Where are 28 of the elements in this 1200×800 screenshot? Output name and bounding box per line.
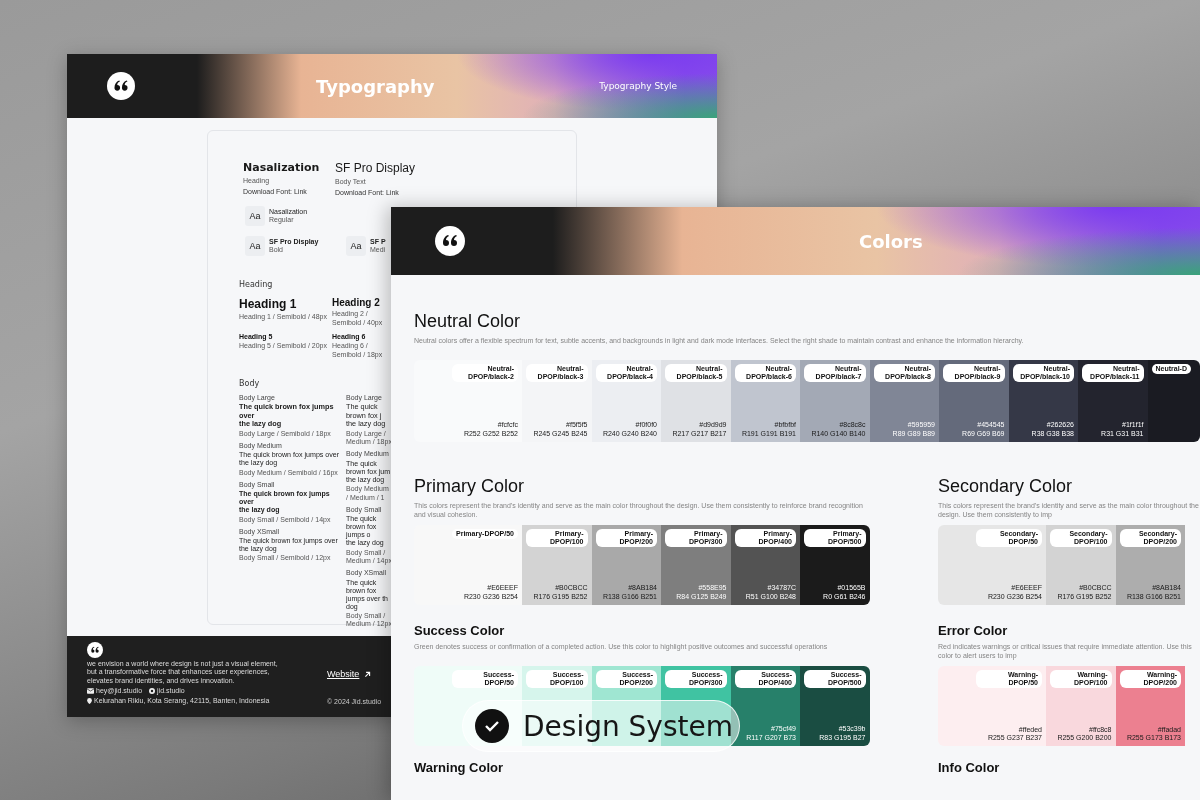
quote-logo <box>107 72 135 100</box>
section-title: Body <box>239 378 260 388</box>
badge-text: Design System <box>523 709 733 743</box>
palette-title: Primary Color <box>414 476 524 497</box>
font-sample-tile: Aa <box>245 236 265 257</box>
quote-logo <box>87 642 103 658</box>
page-subtitle: Typography Style <box>599 81 677 91</box>
palette-title: Neutral Color <box>414 311 521 332</box>
heading-sample: Heading 1 <box>239 297 297 312</box>
palette-title: Secondary Color <box>938 476 1073 497</box>
quote-logo <box>435 226 465 256</box>
font-sample-tile: Aa <box>346 236 366 257</box>
check-icon <box>475 709 509 743</box>
font-sample-tile: Aa <box>245 206 265 227</box>
location-pin-icon <box>87 697 92 704</box>
section-title: Heading <box>239 280 273 290</box>
palette-title: Error Color <box>938 623 1008 639</box>
page-title: Typography <box>316 75 435 97</box>
heading-sample: Heading 2 <box>332 297 380 309</box>
font-name: Nasalization <box>243 161 320 174</box>
mail-icon <box>87 688 94 695</box>
palette-title: Success Color <box>414 623 505 639</box>
website-link[interactable]: Website <box>327 669 372 679</box>
arrow-icon <box>364 670 372 678</box>
page-title: Colors <box>859 230 923 252</box>
palette-title: Warning Color <box>414 760 504 776</box>
palette-title: Info Color <box>938 760 1000 776</box>
font-name: SF Pro Display <box>335 161 416 175</box>
